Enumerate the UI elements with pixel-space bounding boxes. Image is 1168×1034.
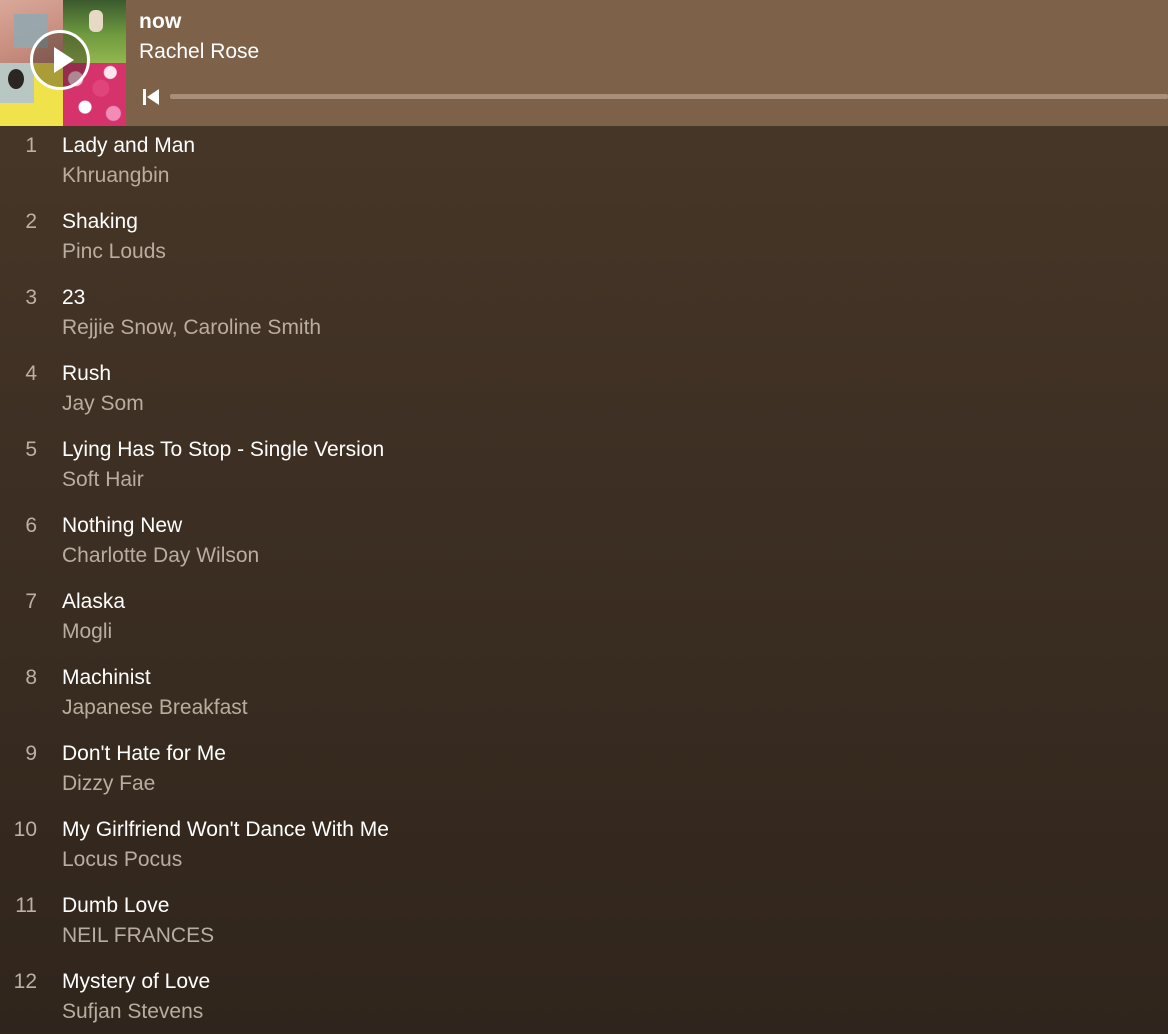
track-artist: Sufjan Stevens (62, 1000, 204, 1023)
track-row[interactable]: 4 Rush Jay Som (0, 354, 1168, 430)
track-artist: Rejjie Snow, Caroline Smith (62, 316, 322, 339)
track-artist: Khruangbin (62, 164, 170, 187)
track-row[interactable]: 3 23 Rejjie Snow, Caroline Smith (0, 278, 1168, 354)
track-artist: Japanese Breakfast (62, 696, 248, 719)
track-title: Lying Has To Stop - Single Version (62, 438, 385, 461)
track-title: Nothing New (62, 514, 183, 537)
track-title: Mystery of Love (62, 970, 211, 993)
track-title: Rush (62, 362, 112, 385)
track-title: Machinist (62, 666, 151, 689)
track-row[interactable]: 9 Don't Hate for Me Dizzy Fae (0, 734, 1168, 810)
track-row[interactable]: 2 Shaking Pinc Louds (0, 202, 1168, 278)
previous-track-button[interactable] (141, 86, 163, 108)
track-number: 1 (25, 134, 37, 157)
track-row[interactable]: 1 Lady and Man Khruangbin (0, 126, 1168, 202)
track-number: 12 (13, 970, 37, 993)
track-artist: Charlotte Day Wilson (62, 544, 260, 567)
track-row[interactable]: 7 Alaska Mogli (0, 582, 1168, 658)
track-artist: Jay Som (62, 392, 144, 415)
track-number: 7 (25, 590, 37, 613)
play-button[interactable] (30, 30, 90, 90)
track-artist: Dizzy Fae (62, 772, 156, 795)
track-row[interactable]: 5 Lying Has To Stop - Single Version Sof… (0, 430, 1168, 506)
track-number: 6 (25, 514, 37, 537)
track-artist: Soft Hair (62, 468, 144, 491)
track-row[interactable]: 11 Dumb Love NEIL FRANCES (0, 886, 1168, 962)
track-title: Shaking (62, 210, 138, 233)
track-artist: Locus Pocus (62, 848, 183, 871)
current-artist: Rachel Rose (139, 40, 260, 63)
track-number: 9 (25, 742, 37, 765)
track-title: Lady and Man (62, 134, 196, 157)
track-artist: NEIL FRANCES (62, 924, 215, 947)
track-row[interactable]: 10 My Girlfriend Won't Dance With Me Loc… (0, 810, 1168, 886)
track-number: 8 (25, 666, 37, 689)
track-artist: Mogli (62, 620, 113, 643)
track-row[interactable]: 8 Machinist Japanese Breakfast (0, 658, 1168, 734)
track-number: 4 (25, 362, 37, 385)
track-number: 5 (25, 438, 37, 461)
track-title: Don't Hate for Me (62, 742, 226, 765)
play-icon (54, 47, 74, 73)
skip-previous-icon (143, 89, 159, 105)
track-list: 1 Lady and Man Khruangbin 2 Shaking Pinc… (0, 126, 1168, 1034)
track-number: 11 (15, 894, 37, 917)
track-title: 23 (62, 286, 86, 309)
progress-bar[interactable] (170, 94, 1168, 99)
track-number: 10 (13, 818, 37, 841)
track-row[interactable]: 6 Nothing New Charlotte Day Wilson (0, 506, 1168, 582)
track-artist: Pinc Louds (62, 240, 166, 263)
playlist-title: now (139, 10, 182, 33)
track-title: Alaska (62, 590, 126, 613)
track-number: 3 (25, 286, 37, 309)
track-title: Dumb Love (62, 894, 170, 917)
track-row[interactable]: 12 Mystery of Love Sufjan Stevens (0, 962, 1168, 1034)
now-playing-header: now Rachel Rose (0, 0, 1168, 126)
track-number: 2 (25, 210, 37, 233)
track-title: My Girlfriend Won't Dance With Me (62, 818, 389, 841)
